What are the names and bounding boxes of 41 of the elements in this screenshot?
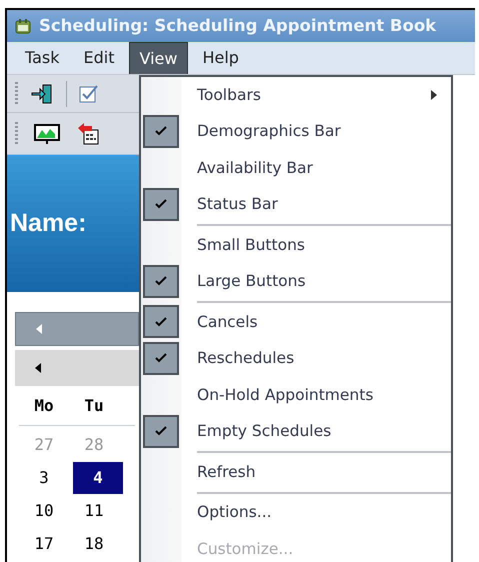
grip-icon: [15, 82, 18, 106]
check-mark: [143, 188, 179, 220]
calendar-icon: [15, 18, 31, 34]
checkbox-icon[interactable]: [79, 84, 99, 104]
weekday-header: Tu: [83, 394, 105, 416]
day-cell[interactable]: 18: [69, 528, 119, 560]
menu-item[interactable]: Edit: [74, 42, 125, 74]
submenu-arrow-icon: [431, 90, 437, 100]
check-mark: [143, 414, 179, 448]
menu-option[interactable]: On-Hold Appointments: [141, 377, 451, 414]
left-arrow-icon[interactable]: [35, 363, 41, 373]
menu-option[interactable]: Toolbars: [141, 77, 451, 114]
grip-icon: [15, 122, 18, 146]
menu-option[interactable]: Demographics Bar: [141, 114, 451, 150]
menu-item[interactable]: View: [128, 42, 188, 74]
check-mark: [143, 114, 179, 148]
weekday-header: Mo: [33, 394, 55, 416]
menu-item[interactable]: Help: [192, 42, 249, 74]
day-cell[interactable]: 11: [69, 494, 119, 526]
menu-option[interactable]: Status Bar: [141, 186, 451, 223]
menu-option[interactable]: Refresh: [141, 454, 451, 490]
window-title: Scheduling: Scheduling Appointment Book: [39, 14, 436, 37]
check-mark: [143, 264, 179, 298]
check-mark: [143, 305, 179, 338]
menu-option[interactable]: Small Buttons: [141, 227, 451, 264]
exit-door-icon[interactable]: [30, 82, 54, 104]
day-cell[interactable]: 4: [73, 462, 123, 494]
chart-screen-icon[interactable]: [34, 122, 60, 144]
name-label: Name:: [10, 208, 86, 239]
menu-option[interactable]: Reschedules: [141, 340, 451, 377]
day-cell[interactable]: 3: [19, 462, 69, 494]
calendar-arrow-icon[interactable]: [76, 122, 100, 146]
check-mark: [143, 342, 179, 374]
menu-option[interactable]: Cancels: [141, 304, 451, 340]
menu-option[interactable]: Empty Schedules: [141, 414, 451, 450]
menu-option[interactable]: Availability Bar: [141, 150, 451, 186]
menu-item[interactable]: Task: [15, 42, 70, 74]
day-cell[interactable]: 10: [19, 494, 69, 526]
day-cell[interactable]: 17: [19, 528, 69, 560]
menu-option[interactable]: Large Buttons: [141, 264, 451, 300]
menu-option[interactable]: Options...: [141, 494, 451, 531]
